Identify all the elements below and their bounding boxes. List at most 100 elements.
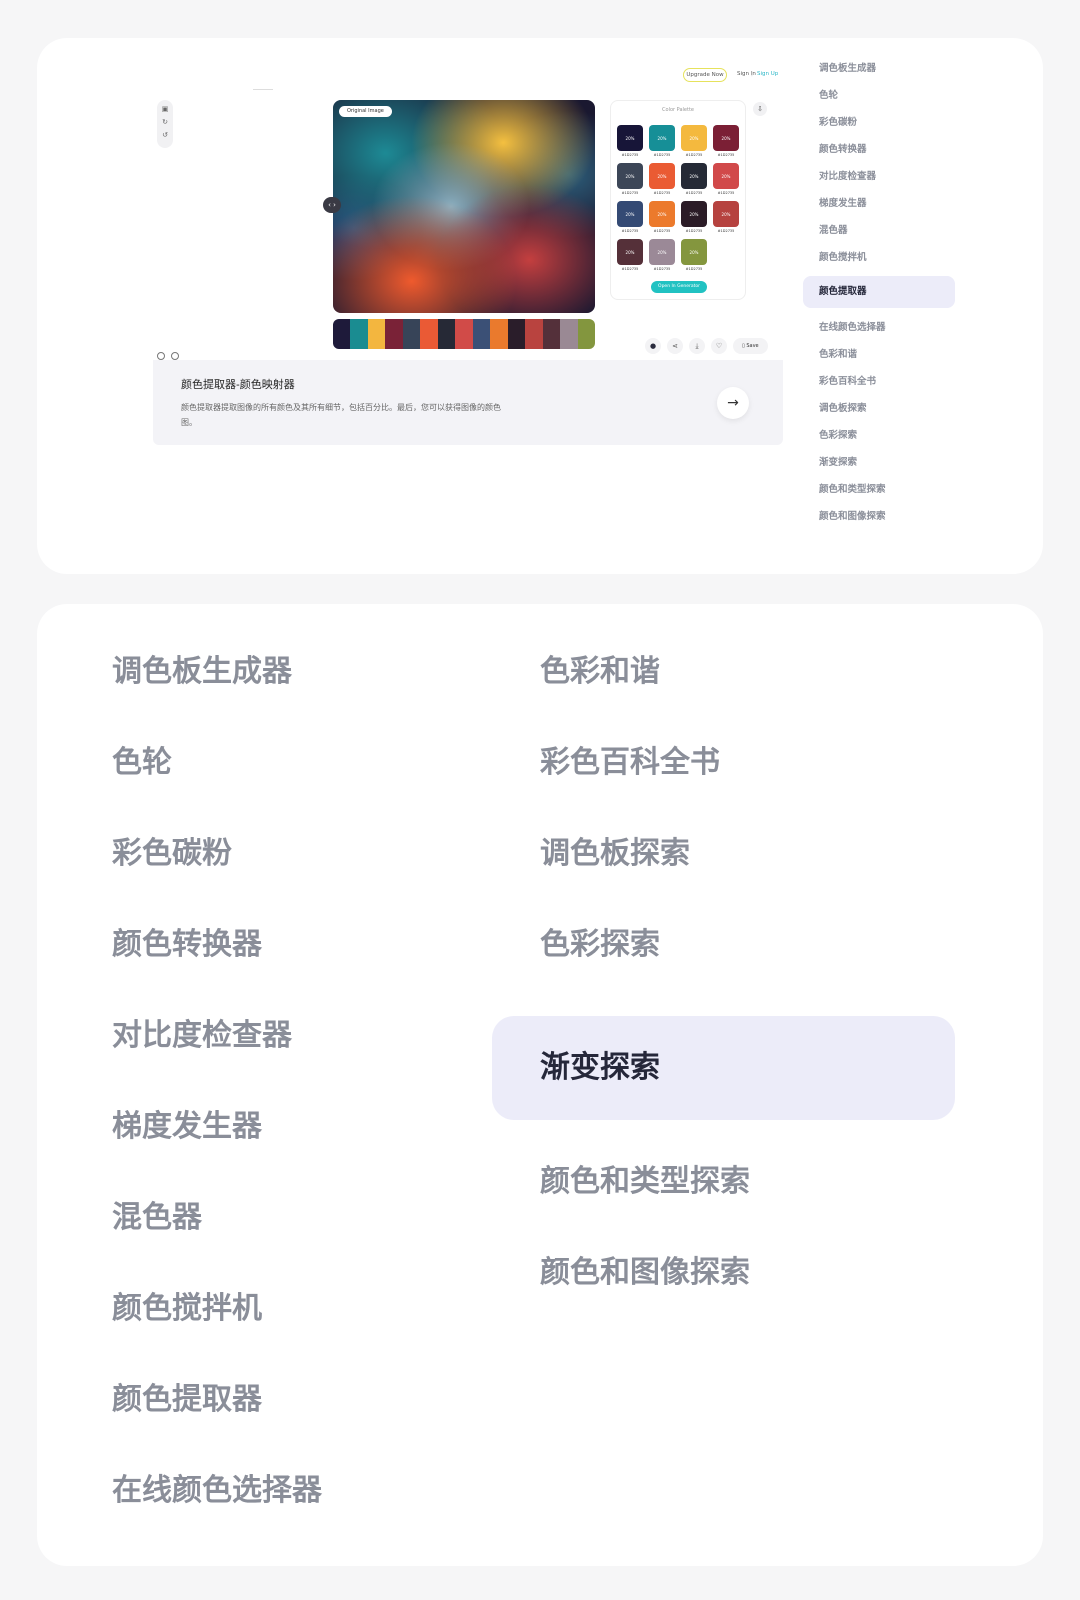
strip-swatch[interactable] (577, 319, 595, 349)
menu-item[interactable]: 彩色百科全书 (540, 743, 720, 783)
palette-swatch[interactable]: 20% #1D2735 (713, 125, 739, 157)
menu-item-label: 渐变探索 (540, 1050, 660, 1085)
palette-swatch[interactable]: 20% #1D2735 (681, 163, 707, 195)
palette-swatch[interactable]: 20% #1D2735 (617, 201, 643, 233)
strip-swatch[interactable] (525, 319, 543, 349)
swatch-percent: 20% (657, 173, 667, 179)
tool-description: 颜色提取器提取图像的所有颜色及其所有细节，包括百分比。最后，您可以获得图像的颜色… (181, 403, 501, 427)
strip-swatch[interactable] (490, 319, 508, 349)
open-in-generator-button[interactable]: Open In Generator (651, 281, 707, 293)
strip-swatch[interactable] (420, 319, 438, 349)
sidebar-item[interactable]: 颜色和图像探索 (803, 510, 955, 524)
palette-swatch[interactable]: 20% #1D2735 (617, 125, 643, 157)
extractor-preview-card: Upgrade Now Sign In | Sign Up ▣ ↻ ↺ Orig… (37, 38, 1043, 574)
sidebar-item[interactable]: 调色板探索 (803, 402, 955, 416)
compare-slider-handle[interactable]: ‹ › (323, 197, 341, 213)
download-icon[interactable]: ⤓ (689, 338, 705, 354)
sidebar-item[interactable]: 色轮 (803, 89, 955, 103)
abstract-paint-image (333, 100, 595, 313)
menu-item[interactable]: 对比度检查器 (112, 1016, 292, 1056)
strip-swatch[interactable] (560, 319, 578, 349)
strip-swatch[interactable] (385, 319, 403, 349)
menu-item[interactable]: 色彩和谐 (540, 652, 660, 692)
share-icon[interactable]: ⋖ (667, 338, 683, 354)
swatch-hex: #1D2735 (717, 191, 735, 195)
header-divider: | (751, 71, 753, 77)
upgrade-now-button[interactable]: Upgrade Now (683, 68, 727, 82)
sidebar-item[interactable]: 梯度发生器 (803, 197, 955, 211)
palette-swatch[interactable]: 20% #1D2735 (681, 125, 707, 157)
palette-swatch[interactable]: 20% #1D2735 (681, 239, 707, 271)
menu-item[interactable]: 颜色转换器 (112, 925, 262, 965)
sidebar-item[interactable]: 对比度检查器 (803, 170, 955, 184)
palette-swatch[interactable]: 20% #1D2735 (617, 163, 643, 195)
sign-in-link[interactable]: Sign In (737, 71, 756, 77)
menu-item[interactable]: 颜色提取器 (112, 1380, 262, 1420)
strip-swatch[interactable] (350, 319, 368, 349)
palette-swatch[interactable]: 20% #1D2735 (713, 163, 739, 195)
menu-item[interactable]: 在线颜色选择器 (112, 1471, 322, 1511)
palette-swatch[interactable]: 20% #1D2735 (713, 201, 739, 233)
strip-swatch[interactable] (367, 319, 386, 349)
menu-item[interactable]: 彩色碳粉 (112, 834, 232, 874)
heart-icon[interactable]: ♡ (711, 338, 727, 354)
redo-icon[interactable]: ↻ (161, 119, 169, 126)
settings-icon[interactable] (157, 352, 165, 360)
swatch-hex: #1D2735 (653, 229, 671, 233)
strip-swatch[interactable] (472, 319, 491, 349)
sidebar-item[interactable]: 颜色搅拌机 (803, 251, 955, 265)
strip-swatch[interactable] (455, 319, 473, 349)
theme-dot-icon[interactable]: ● (645, 338, 661, 354)
strip-swatch[interactable] (542, 319, 561, 349)
color-palette-panel: Color Palette 20% #1D2735 20% #1D2735 20% #1D… (610, 100, 746, 300)
swatch-hex: #1D2735 (653, 153, 671, 157)
export-icon[interactable]: ⇩ (753, 102, 767, 116)
sidebar-item[interactable]: 颜色转换器 (803, 143, 955, 157)
menu-item[interactable]: 调色板探索 (540, 834, 690, 874)
sign-up-link[interactable]: Sign Up (757, 71, 778, 77)
swatch-percent: 20% (625, 249, 635, 255)
save-button[interactable]: ▯ Save (733, 338, 768, 354)
undo-icon[interactable]: ↺ (161, 132, 169, 139)
palette-swatch[interactable]: 20% #1D2735 (681, 201, 707, 233)
menu-item[interactable]: 色轮 (112, 743, 172, 783)
menu-item[interactable]: 颜色搅拌机 (112, 1289, 262, 1329)
menu-item[interactable]: 梯度发生器 (112, 1107, 262, 1147)
sidebar-item[interactable]: 彩色碳粉 (803, 116, 955, 130)
palette-swatch[interactable]: 20% #1D2735 (649, 163, 675, 195)
swatch-percent: 20% (625, 173, 635, 179)
save-label: Save (746, 343, 759, 349)
menu-item[interactable]: 调色板生成器 (112, 652, 292, 692)
sidebar-item[interactable]: 在线颜色选择器 (803, 321, 955, 335)
sidebar-item[interactable]: 调色板生成器 (803, 62, 955, 76)
original-image[interactable]: Original Image (333, 100, 595, 313)
sidebar-item[interactable]: 色彩和谐 (803, 348, 955, 362)
strip-swatch[interactable] (437, 319, 456, 349)
strip-swatch[interactable] (507, 319, 526, 349)
palette-swatch[interactable]: 20% #1D2735 (617, 239, 643, 271)
sidebar-item[interactable]: 颜色提取器 (803, 276, 955, 308)
swatch-percent: 20% (721, 211, 731, 217)
sidebar-item[interactable]: 色彩探索 (803, 429, 955, 443)
sidebar-item[interactable]: 颜色和类型探索 (803, 483, 955, 497)
swatch-percent: 20% (657, 249, 667, 255)
menu-item[interactable]: 混色器 (112, 1198, 202, 1238)
info-icon[interactable] (171, 352, 179, 360)
palette-swatch[interactable]: 20% #1D2735 (649, 125, 675, 157)
menu-item-active[interactable]: 渐变探索 (492, 1016, 955, 1120)
palette-swatch[interactable]: 20% #1D2735 (649, 201, 675, 233)
swatch-hex: #1D2735 (653, 267, 671, 271)
sidebar-item[interactable]: 混色器 (803, 224, 955, 238)
camera-icon[interactable]: ▣ (161, 106, 169, 113)
sidebar-item[interactable]: 彩色百科全书 (803, 375, 955, 389)
sidebar-item[interactable]: 渐变探索 (803, 456, 955, 470)
palette-swatch[interactable]: 20% #1D2735 (649, 239, 675, 271)
strip-swatch[interactable] (402, 319, 421, 349)
swatch-hex: #1D2735 (621, 153, 639, 157)
arrow-right-icon[interactable]: → (717, 387, 749, 419)
menu-item[interactable]: 颜色和类型探索 (540, 1162, 750, 1202)
menu-item[interactable]: 颜色和图像探索 (540, 1253, 750, 1293)
strip-swatch[interactable] (333, 319, 351, 349)
menu-item[interactable]: 色彩探索 (540, 925, 660, 965)
swatch-percent: 20% (625, 211, 635, 217)
